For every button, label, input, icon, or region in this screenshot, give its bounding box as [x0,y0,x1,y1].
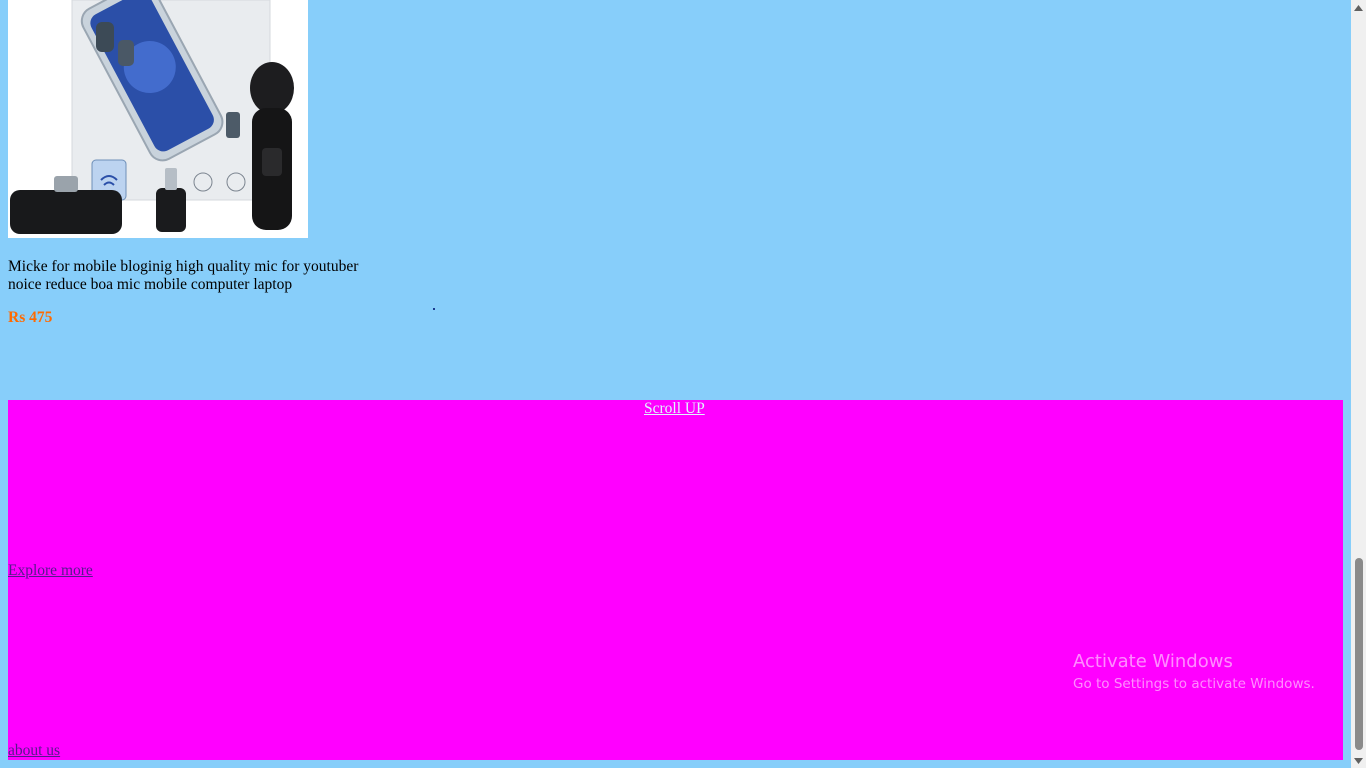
scroll-down-arrow-icon[interactable] [1351,753,1366,768]
watermark-title: Activate Windows [1073,651,1233,672]
stray-dot [433,308,435,310]
footer: Scroll UP Explore more about us [8,400,1343,760]
scroll-up-link[interactable]: Scroll UP [644,400,705,418]
watermark-subtitle: Go to Settings to activate Windows. [1073,676,1315,692]
activate-windows-watermark: Activate Windows Go to Settings to activ… [1073,650,1315,694]
scrollbar-thumb[interactable] [1355,558,1363,750]
scroll-up-arrow-icon[interactable] [1351,0,1366,15]
about-us-link[interactable]: about us [8,742,60,760]
vertical-scrollbar[interactable] [1351,0,1366,768]
product-image[interactable] [8,0,308,238]
explore-more-link[interactable]: Explore more [8,562,93,580]
microphone-product-photo [8,0,308,238]
product-price: Rs 475 [8,309,53,326]
product-title[interactable]: Micke for mobile bloginig high quality m… [8,258,388,294]
page-viewport: Micke for mobile bloginig high quality m… [0,0,1351,768]
product-card[interactable]: Micke for mobile bloginig high quality m… [8,0,388,326]
